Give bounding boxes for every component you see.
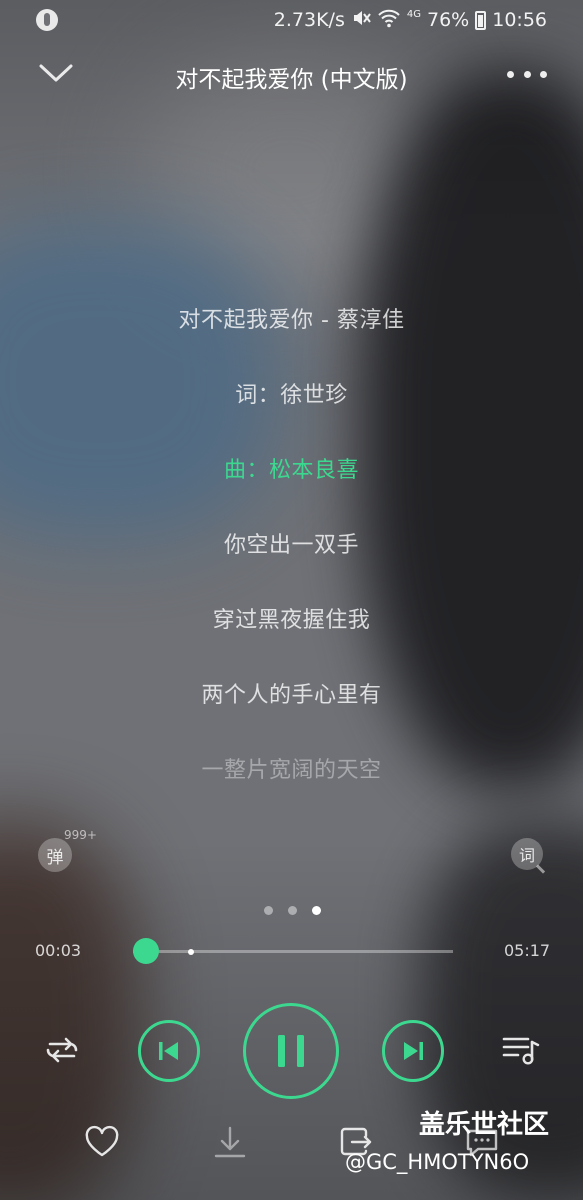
watermark-handle: @GC_HMOTYN6O	[345, 1150, 530, 1174]
chevron-down-icon[interactable]	[38, 58, 74, 88]
page-indicator	[264, 906, 321, 915]
network-speed: 2.73K/s	[273, 9, 345, 31]
player-header: 对不起我爱你 (中文版)	[0, 48, 583, 104]
seek-bar[interactable]	[133, 938, 453, 964]
lyric-label: 词	[518, 846, 535, 865]
danmu-button[interactable]: 弹	[38, 838, 72, 872]
total-duration: 05:17	[504, 941, 551, 960]
status-bar: 2.73K/s 4G 76% 10:56	[0, 0, 583, 40]
battery-icon	[475, 10, 487, 30]
page-dot[interactable]	[288, 906, 297, 915]
danmu-label: 弹	[46, 847, 64, 868]
heart-icon[interactable]	[82, 1122, 122, 1162]
lyric-line: 一整片宽阔的天空	[201, 758, 382, 783]
page-dot[interactable]	[264, 906, 273, 915]
lyric-line: 两个人的手心里有	[201, 683, 382, 708]
previous-button[interactable]	[138, 1020, 200, 1082]
song-title: 对不起我爱你 (中文版)	[175, 67, 408, 93]
clock: 10:56	[492, 9, 547, 31]
page-dot-active[interactable]	[312, 906, 321, 915]
lyric-search-button[interactable]: 词	[511, 838, 547, 874]
next-icon	[404, 1042, 423, 1060]
network-type: 4G	[406, 8, 421, 20]
repeat-icon[interactable]	[40, 1030, 84, 1070]
next-button[interactable]	[382, 1020, 444, 1082]
pause-icon	[278, 1035, 304, 1067]
watermark-title: 盖乐世社区	[419, 1110, 550, 1140]
lyric-line: 穿过黑夜握住我	[212, 608, 371, 633]
app-icon	[36, 9, 58, 31]
danmu-count-badge: 999+	[64, 828, 97, 842]
mute-icon	[351, 8, 371, 33]
current-time: 00:03	[35, 941, 82, 960]
download-icon[interactable]	[210, 1122, 250, 1162]
battery-percent: 76%	[427, 9, 470, 31]
more-options-icon[interactable]	[507, 62, 547, 86]
lyric-line: 词：徐世珍	[235, 383, 348, 408]
pause-button[interactable]	[243, 1003, 339, 1099]
lyric-line: 你空出一双手	[223, 533, 359, 558]
playlist-icon[interactable]	[500, 1032, 544, 1068]
previous-icon	[159, 1042, 178, 1060]
wifi-icon	[377, 8, 401, 33]
buffer-marker	[187, 948, 194, 955]
lyric-line-current: 曲：松本良喜	[223, 458, 359, 483]
lyric-line: 对不起我爱你 - 蔡淳佳	[178, 308, 405, 333]
seek-thumb[interactable]	[133, 938, 159, 964]
